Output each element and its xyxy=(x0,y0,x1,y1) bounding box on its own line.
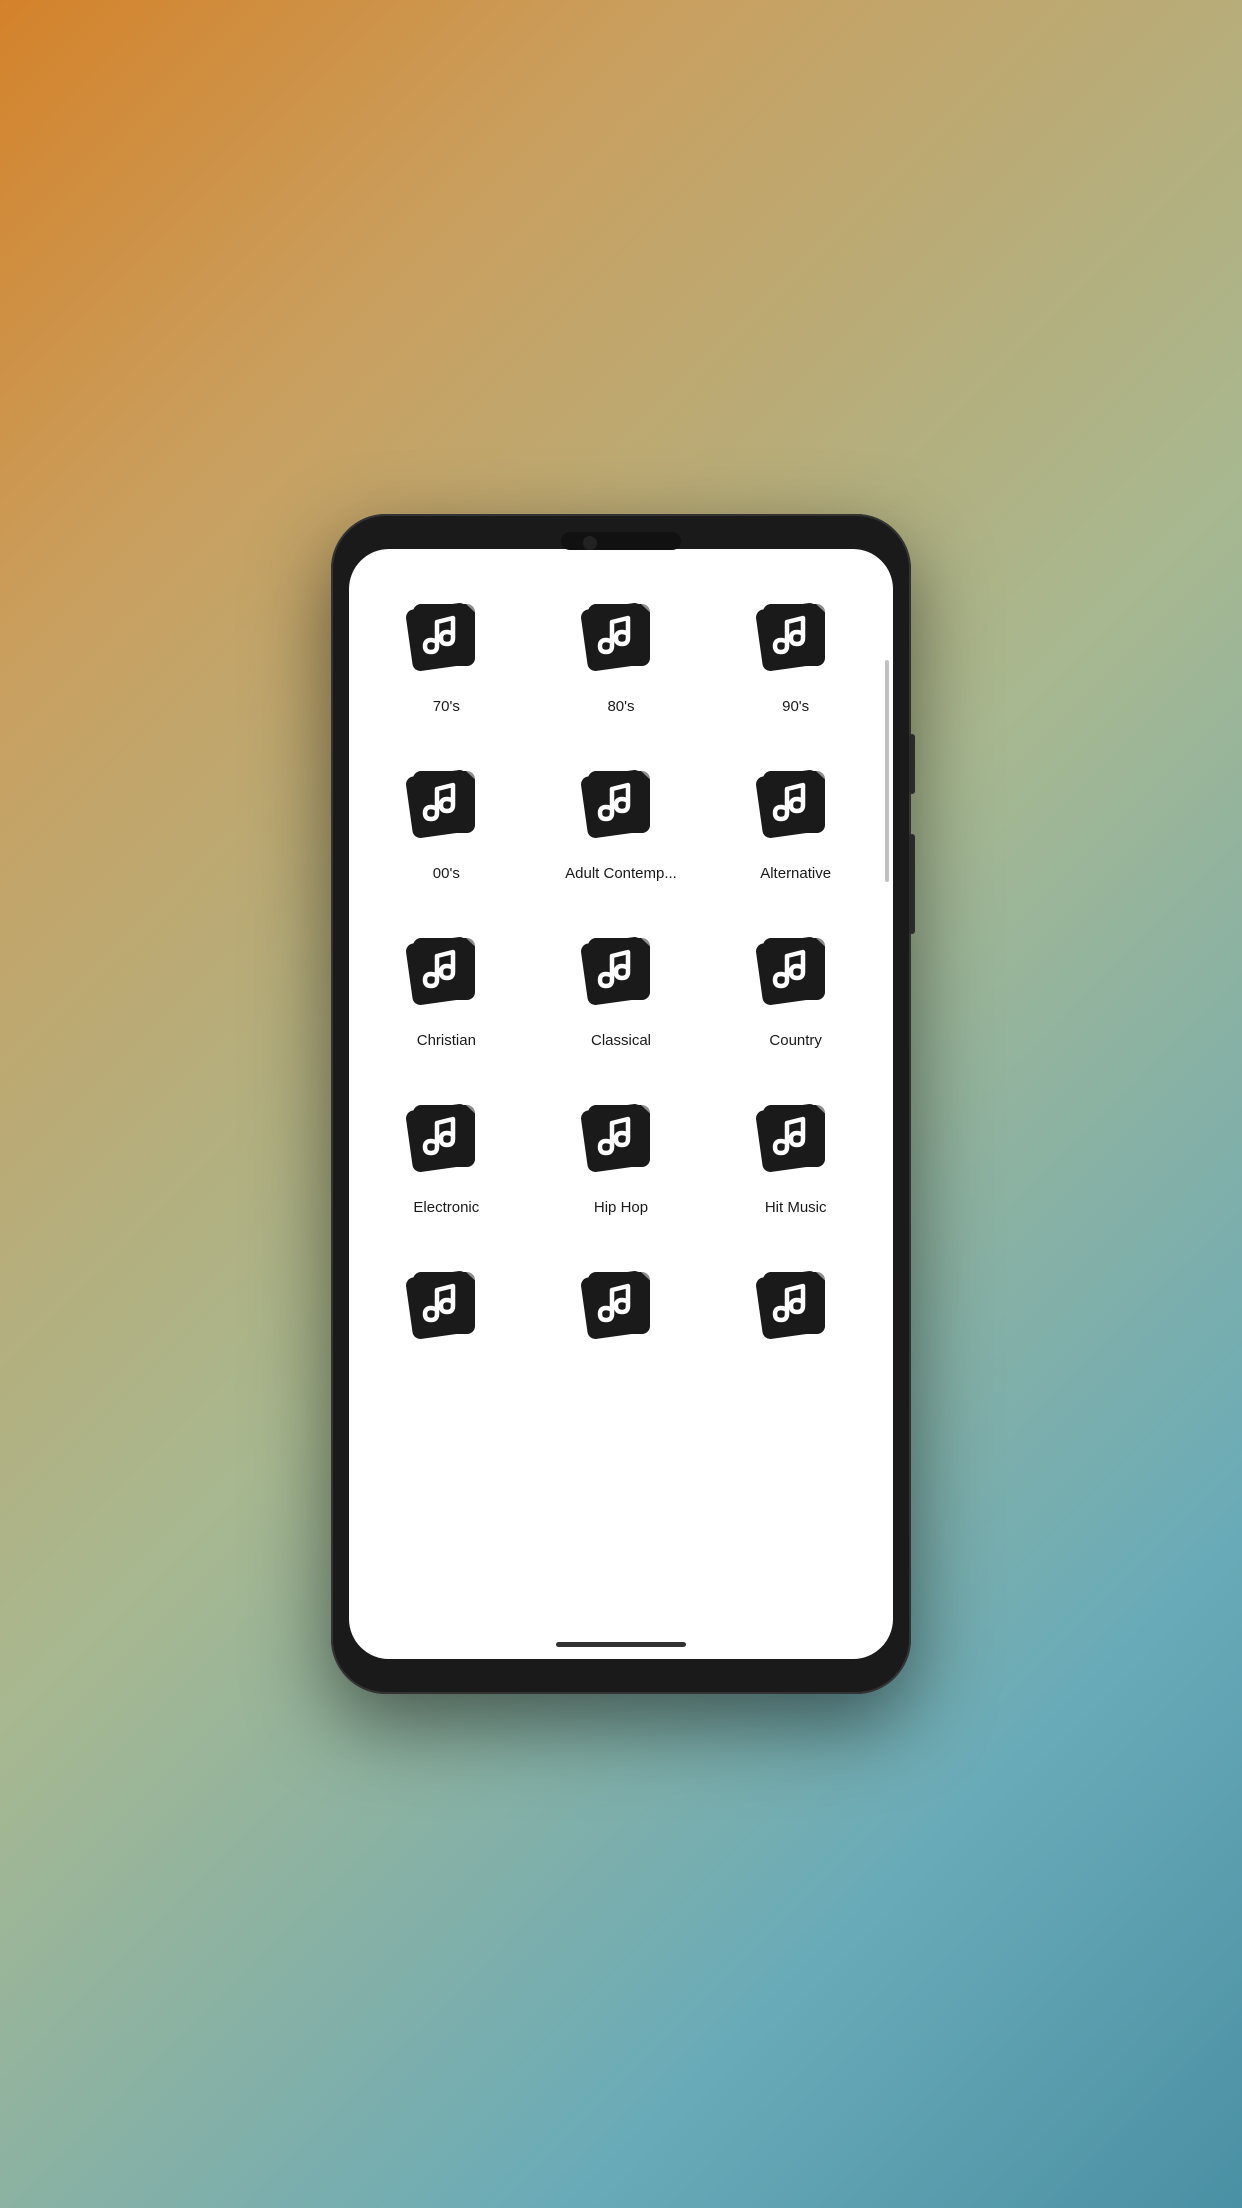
genre-item-christian[interactable]: Christian xyxy=(359,903,534,1070)
music-icon-christian xyxy=(401,928,491,1018)
genre-item-hip-hop[interactable]: Hip Hop xyxy=(534,1070,709,1237)
music-icon-thousands xyxy=(401,761,491,851)
music-icon-genre-13 xyxy=(401,1262,491,1352)
genre-item-genre-15[interactable] xyxy=(708,1237,883,1386)
genre-label-nineties: 90's xyxy=(782,698,809,716)
genre-label-country: Country xyxy=(769,1032,822,1050)
genre-item-genre-13[interactable] xyxy=(359,1237,534,1386)
genre-item-genre-14[interactable] xyxy=(534,1237,709,1386)
phone-button-volume xyxy=(909,734,915,794)
genre-item-nineties[interactable]: 90's xyxy=(708,569,883,736)
music-icon-hit-music xyxy=(751,1095,841,1185)
genre-label-hip-hop: Hip Hop xyxy=(594,1199,648,1217)
genre-label-classical: Classical xyxy=(591,1032,651,1050)
genre-item-adult-contemp[interactable]: Adult Contemp... xyxy=(534,736,709,903)
music-icon-classical xyxy=(576,928,666,1018)
music-icon-eighties xyxy=(576,594,666,684)
genre-item-alternative[interactable]: Alternative xyxy=(708,736,883,903)
phone-frame: 70's 80's 90's 00's xyxy=(331,514,911,1694)
phone-screen: 70's 80's 90's 00's xyxy=(349,549,893,1659)
genre-label-thousands: 00's xyxy=(433,865,460,883)
music-icon-genre-14 xyxy=(576,1262,666,1352)
music-icon-nineties xyxy=(751,594,841,684)
screen-content: 70's 80's 90's 00's xyxy=(349,549,893,1659)
genre-label-hit-music: Hit Music xyxy=(765,1199,827,1217)
genre-grid: 70's 80's 90's 00's xyxy=(359,569,883,1386)
scrollbar-indicator xyxy=(885,660,889,882)
bottom-bar xyxy=(556,1642,686,1647)
genre-label-christian: Christian xyxy=(417,1032,476,1050)
genre-label-electronic: Electronic xyxy=(413,1199,479,1217)
music-icon-adult-contemp xyxy=(576,761,666,851)
genre-label-adult-contemp: Adult Contemp... xyxy=(565,865,677,883)
music-icon-genre-15 xyxy=(751,1262,841,1352)
genre-item-hit-music[interactable]: Hit Music xyxy=(708,1070,883,1237)
phone-button-power xyxy=(909,834,915,934)
music-icon-hip-hop xyxy=(576,1095,666,1185)
music-icon-alternative xyxy=(751,761,841,851)
music-icon-seventies xyxy=(401,594,491,684)
genre-item-classical[interactable]: Classical xyxy=(534,903,709,1070)
genre-label-seventies: 70's xyxy=(433,698,460,716)
genre-item-electronic[interactable]: Electronic xyxy=(359,1070,534,1237)
genre-item-country[interactable]: Country xyxy=(708,903,883,1070)
genre-item-eighties[interactable]: 80's xyxy=(534,569,709,736)
genre-label-alternative: Alternative xyxy=(760,865,831,883)
genre-item-seventies[interactable]: 70's xyxy=(359,569,534,736)
music-icon-electronic xyxy=(401,1095,491,1185)
genre-label-eighties: 80's xyxy=(607,698,634,716)
music-icon-country xyxy=(751,928,841,1018)
genre-item-thousands[interactable]: 00's xyxy=(359,736,534,903)
